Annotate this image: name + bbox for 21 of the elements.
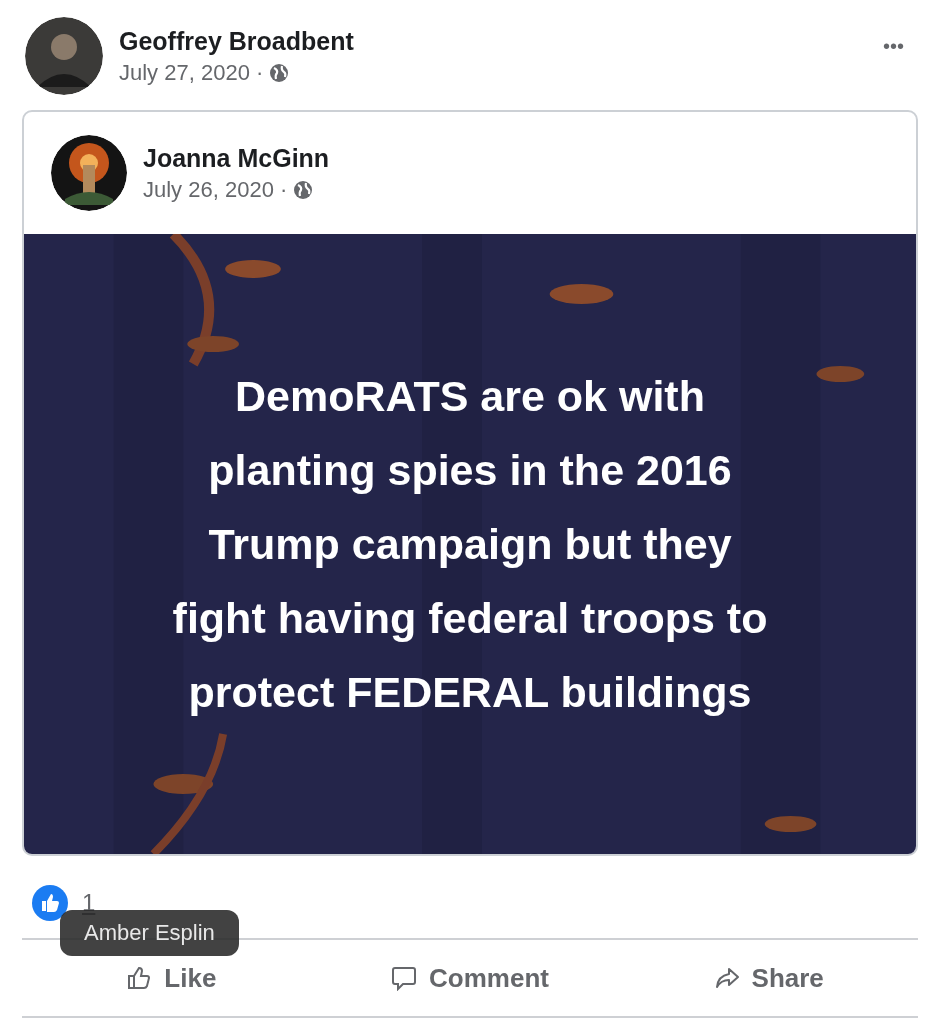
more-options-icon[interactable]: •••	[883, 34, 904, 58]
share-button[interactable]: Share	[619, 940, 918, 1016]
tooltip: Amber Esplin	[60, 910, 239, 956]
avatar[interactable]	[51, 135, 127, 211]
share-arrow-icon	[713, 965, 740, 991]
like-reaction-icon[interactable]	[32, 885, 68, 921]
post-text-line: fight having federal troops to	[172, 593, 768, 644]
globe-icon	[269, 62, 290, 83]
post-date[interactable]: July 27, 2020 ·	[119, 59, 264, 86]
post-text-line: planting spies in the 2016	[208, 445, 732, 496]
author-name[interactable]: Geoffrey Broadbent	[119, 26, 867, 56]
post-text-line: DemoRATS are ok with	[235, 371, 705, 422]
speech-bubble-icon	[391, 965, 418, 991]
post-text-line: protect FEDERAL buildings	[188, 667, 752, 718]
post-text-line: Trump campaign but they	[208, 519, 732, 570]
globe-icon	[293, 179, 314, 200]
author-name[interactable]: Joanna McGinn	[143, 143, 916, 173]
post-date[interactable]: July 26, 2020 ·	[143, 176, 288, 203]
thumbs-up-icon	[126, 965, 153, 991]
avatar[interactable]	[25, 17, 103, 95]
comment-button[interactable]: Comment	[320, 940, 620, 1016]
